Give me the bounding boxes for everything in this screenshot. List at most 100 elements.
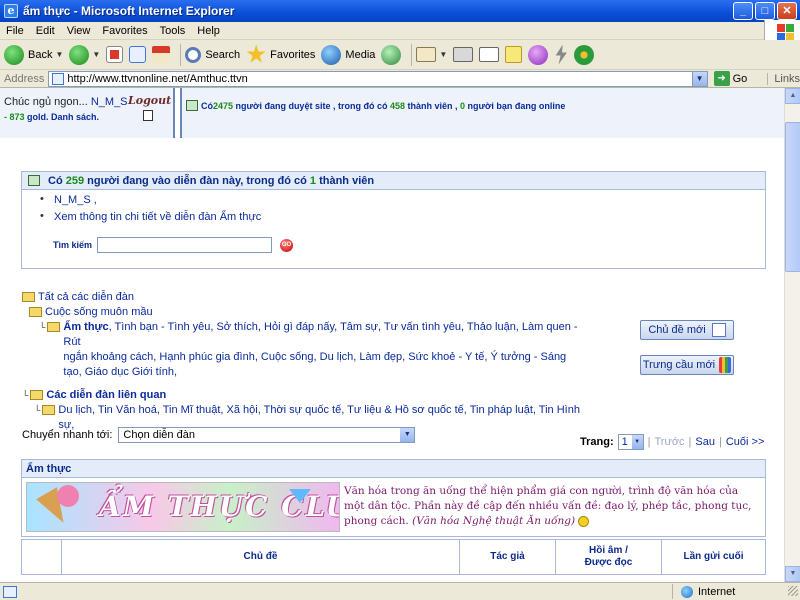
maximize-button[interactable]: □ — [755, 2, 775, 20]
last-page-link[interactable]: Cuối >> — [726, 436, 765, 448]
resize-grip[interactable] — [788, 586, 798, 596]
forum-jump-select[interactable]: Chọn diễn đàn ▼ — [118, 427, 416, 443]
address-url[interactable]: http://www.ttvnonline.net/Amthuc.ttvn — [67, 73, 247, 85]
window-title: ẩm thực - Microsoft Internet Explorer — [23, 4, 235, 18]
tree-category[interactable]: Cuộc sống muôn mầu — [22, 305, 582, 320]
home-button[interactable] — [152, 42, 171, 68]
icq-button[interactable] — [574, 42, 595, 68]
search-label: Tìm kiếm — [53, 240, 93, 250]
sibling-forums-line2[interactable]: ngắn khoảng cách, Hạnh phúc gia đình, Cu… — [63, 351, 566, 363]
logout-button[interactable]: Logout — [128, 94, 171, 107]
menu-tools[interactable]: Tools — [154, 25, 192, 37]
current-forum-link[interactable]: Ẩm thực — [63, 321, 108, 333]
chevron-down-icon[interactable]: ▼ — [691, 71, 707, 86]
chevron-down-icon[interactable]: ▼ — [400, 428, 415, 442]
history-button[interactable] — [381, 42, 402, 68]
address-input[interactable]: http://www.ttvnonline.net/Amthuc.ttvn ▼ — [48, 70, 708, 87]
category-link[interactable]: Cuộc sống muôn mầu — [45, 305, 153, 320]
col-author[interactable]: Tác giả — [460, 540, 556, 574]
chevron-down-icon[interactable]: ▼ — [439, 50, 447, 59]
print-button[interactable] — [453, 42, 474, 68]
back-button[interactable]: Back ▼ — [4, 42, 63, 68]
page-content: Chúc ngủ ngon... N_M_S Logout - 873 gold… — [0, 88, 784, 582]
document-icon[interactable] — [143, 110, 153, 121]
related-category-link[interactable]: Các diễn đàn liên quan — [46, 388, 166, 403]
scroll-up-icon[interactable]: ▲ — [785, 88, 800, 104]
forum-banner-image: ẨM THỰC CLUB — [26, 482, 340, 532]
chevron-down-icon[interactable]: ▼ — [55, 50, 63, 59]
next-page-link[interactable]: Sau — [695, 436, 715, 448]
page-select[interactable]: 1 ▼ — [617, 434, 644, 450]
menu-help[interactable]: Help — [191, 25, 226, 37]
media-button[interactable]: Media — [321, 42, 375, 68]
prev-page-link: Trước — [654, 436, 685, 448]
site-online-text: Có 2475 người đang duyệt site , trong đó… — [186, 100, 565, 111]
col-replies-line1: Hồi âm / — [589, 545, 628, 556]
tree-related-category[interactable]: └ Các diễn đàn liên quan — [22, 388, 582, 403]
col-last-post[interactable]: Lần gửi cuối — [662, 540, 765, 574]
search-go-button[interactable]: GO — [280, 238, 293, 252]
close-button[interactable]: ✕ — [777, 2, 797, 20]
internet-globe-icon — [681, 585, 693, 598]
member-count: 458 — [389, 100, 405, 111]
links-button[interactable]: Links — [767, 72, 800, 85]
research-button[interactable] — [554, 42, 568, 68]
new-poll-button[interactable]: Trưng cầu mới — [640, 355, 734, 375]
menu-view[interactable]: View — [61, 25, 97, 37]
refresh-button[interactable] — [129, 42, 147, 68]
desc-quote1: (Văn hóa — [412, 515, 460, 527]
who-mid: người đang vào diễn đàn này, trong đó có — [84, 174, 310, 187]
favorites-button[interactable]: Favorites — [246, 42, 315, 68]
gold-list-link[interactable]: gold. Danh sách. — [25, 112, 99, 122]
windows-logo-icon — [764, 20, 800, 41]
greeting: Chúc ngủ ngon... N_M_S — [4, 96, 128, 108]
online-mid: người đang duyệt site , trong đó có — [233, 100, 390, 111]
forum-jump-value: Chọn diễn đàn — [123, 429, 195, 441]
mail-button[interactable]: ▼ — [416, 42, 447, 68]
forward-button[interactable]: ▼ — [69, 42, 100, 68]
chevron-down-icon[interactable]: ▼ — [92, 50, 100, 59]
col-replies[interactable]: Hồi âm / Được đọc — [556, 540, 662, 574]
search-button[interactable]: Search — [185, 42, 240, 68]
folder-icon — [22, 292, 35, 302]
messenger-button[interactable] — [528, 42, 549, 68]
minimize-button[interactable]: _ — [733, 2, 753, 20]
status-bar: Internet — [0, 582, 800, 600]
scroll-down-icon[interactable]: ▼ — [785, 566, 800, 582]
username-link[interactable]: N_M_S — [91, 96, 128, 108]
search-icon — [185, 46, 202, 63]
forum-details-link[interactable]: Xem thông tin chi tiết về diễn đàn Ẩm th… — [40, 210, 765, 228]
forum-search-input[interactable] — [97, 237, 272, 253]
lightning-icon — [555, 44, 567, 65]
new-topic-button[interactable]: Chủ đề mới — [640, 320, 734, 340]
scroll-thumb[interactable] — [785, 122, 800, 272]
users-icon — [186, 100, 198, 111]
ice-cream-scoop-icon — [57, 485, 79, 507]
col-topic[interactable]: Chủ đề — [62, 540, 460, 574]
tree-all-forums[interactable]: Tất cả các diễn đàn — [22, 290, 582, 305]
pencil-icon — [711, 323, 726, 337]
go-button[interactable]: ➜ Go — [713, 71, 747, 86]
forum-tree: Tất cả các diễn đàn Cuộc sống muôn mầu └… — [22, 290, 582, 433]
chevron-down-icon[interactable]: ▼ — [631, 435, 643, 449]
menu-favorites[interactable]: Favorites — [96, 25, 153, 37]
stop-button[interactable] — [106, 42, 124, 68]
flower-icon — [574, 44, 595, 65]
vertical-scrollbar[interactable]: ▲ ▼ — [784, 88, 800, 582]
edit-button[interactable] — [479, 42, 500, 68]
discuss-button[interactable] — [505, 42, 523, 68]
member-mid: thành viên , — [404, 100, 460, 111]
all-forums-link[interactable]: Tất cả các diễn đàn — [38, 290, 134, 305]
sibling-forums-line1[interactable]: , Tình bạn - Tình yêu, Sở thích, Hỏi gì … — [63, 321, 577, 348]
go-arrow-icon: ➜ — [713, 71, 730, 86]
menu-edit[interactable]: Edit — [30, 25, 61, 37]
sibling-forums-line3[interactable]: tạo, Giáo dục Giới tính, — [63, 366, 177, 378]
zone-label: Internet — [698, 585, 736, 598]
forum-search: Tìm kiếm GO — [53, 237, 293, 253]
standard-toolbar: Back ▼ ▼ Search Favorites Media ▼ — [0, 40, 800, 70]
menu-file[interactable]: File — [0, 25, 30, 37]
media-globe-icon — [321, 44, 342, 65]
window-controls: _ □ ✕ — [733, 2, 797, 20]
online-user-link[interactable]: N_M_S , — [40, 193, 765, 211]
page-label: Trang: — [580, 436, 614, 448]
